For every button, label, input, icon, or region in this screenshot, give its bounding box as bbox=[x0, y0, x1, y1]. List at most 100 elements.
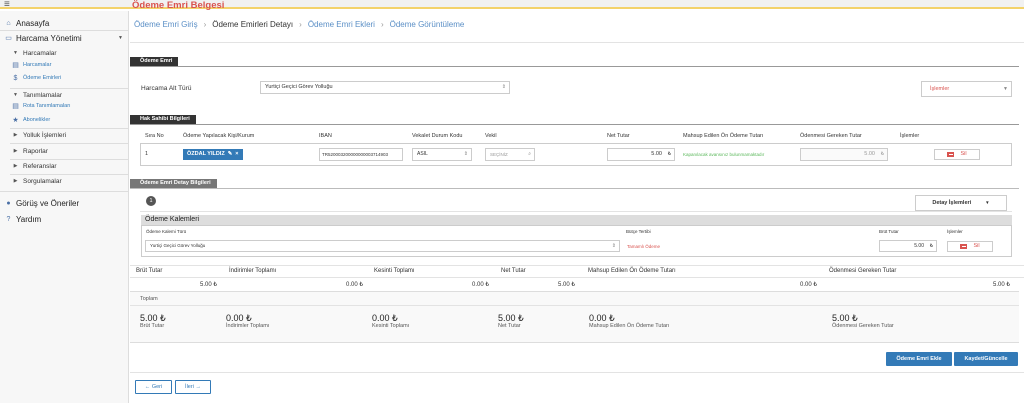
summary-value: 5.00 ₺ bbox=[558, 282, 576, 288]
sidebar-item-harcamalar[interactable]: ▤ Harcamalar bbox=[0, 58, 129, 72]
detay-islemleri-button[interactable]: Detay İşlemleri ▼ bbox=[915, 195, 1007, 211]
sidebar-item-label: Görüş ve Öneriler bbox=[16, 198, 80, 208]
odeme-emri-ekle-button[interactable]: Ödeme Emri Ekle bbox=[886, 352, 952, 366]
sidebar-item-label: Yardım bbox=[16, 214, 42, 224]
minus-icon bbox=[960, 244, 968, 249]
chevron-right-icon: › bbox=[299, 20, 302, 29]
sidebar-item-sorgulamalar[interactable]: ▶ Sorgulamalar bbox=[0, 174, 129, 188]
sidebar-item-anasayfa[interactable]: ⌂ Anasayfa bbox=[0, 16, 129, 30]
ileri-button[interactable]: İleri → bbox=[175, 380, 211, 394]
chevron-updown-icon: ⇕ bbox=[463, 151, 468, 157]
comment-icon: ● bbox=[6, 199, 11, 207]
summary-value: 0.00 ₺ bbox=[346, 282, 364, 288]
chevron-updown-icon: ⇕ bbox=[611, 243, 616, 249]
arrow-right-icon: → bbox=[195, 384, 201, 390]
sidebar-item-yolluk[interactable]: ▶ Yolluk İşlemleri bbox=[0, 128, 129, 142]
sidebar-item-label: Referanslar bbox=[23, 162, 57, 170]
kalem-turu-select[interactable]: Yurtiçi Geçici Görev Yolluğu ⇕ bbox=[145, 240, 620, 252]
sidebar-item-label: Harcamalar bbox=[23, 62, 52, 68]
sidebar-item-gorus[interactable]: ● Görüş ve Öneriler bbox=[0, 196, 129, 210]
total-label: Brüt Tutar bbox=[140, 323, 165, 329]
caret-right-icon: ▶ bbox=[13, 132, 18, 138]
divider bbox=[130, 42, 1024, 43]
caret-down-icon: ▼ bbox=[13, 92, 18, 98]
column-header: Ödenmesi Gereken Tutar bbox=[800, 133, 862, 139]
home-icon: ⌂ bbox=[6, 19, 11, 27]
totals-panel bbox=[130, 291, 1019, 343]
iban-input[interactable]: TR520003200000000003714903 bbox=[319, 148, 403, 161]
column-header: Bütçe Tertibi bbox=[626, 229, 651, 234]
divider bbox=[130, 124, 1019, 125]
total-label: Mahsup Edilen Ön Ödeme Tutarı bbox=[589, 323, 670, 329]
butce-tertibi-link[interactable]: Tamamlı Ödeme bbox=[627, 244, 660, 249]
sidebar-item-abonelikler[interactable]: ★ Abonelikler bbox=[0, 113, 129, 127]
islemler-dropdown[interactable]: İşlemler ▼ bbox=[921, 81, 1012, 97]
star-icon: ★ bbox=[12, 117, 19, 124]
sidebar-item-referanslar[interactable]: ▶ Referanslar bbox=[0, 159, 129, 173]
net-tutar-input[interactable]: 5.00 ₺ bbox=[607, 148, 675, 161]
breadcrumb-item: Ödeme Emirleri Detayı bbox=[212, 20, 294, 29]
divider bbox=[130, 188, 1019, 189]
breadcrumb-item[interactable]: Ödeme Emri Giriş bbox=[134, 20, 198, 29]
summary-header: Kesinti Toplamı bbox=[374, 268, 415, 274]
brut-tutar-input[interactable]: 5.00 ₺ bbox=[879, 240, 937, 252]
divider bbox=[130, 305, 1019, 306]
sidebar-item-rota[interactable]: ▤ Rota Tanımlamaları bbox=[0, 99, 129, 113]
vekil-select[interactable]: SEÇİNİZ ⌕ bbox=[485, 148, 535, 161]
sidebar-item-raporlar[interactable]: ▶ Raporlar bbox=[0, 144, 129, 158]
vekalet-select[interactable]: ASIL ⇕ bbox=[412, 148, 472, 161]
minus-icon bbox=[947, 152, 955, 157]
mahsup-note: Kapanılacak avansınız bulunmamaktadır bbox=[683, 152, 765, 157]
page-title: Ödeme Emri Belgesi bbox=[132, 0, 225, 11]
total-label: İndirimler Toplamı bbox=[226, 323, 270, 329]
column-header: IBAN bbox=[319, 133, 332, 139]
main-content: Ödeme Emri Belgesi Ödeme Emri Giriş › Öd… bbox=[130, 0, 1024, 403]
caret-right-icon: ▶ bbox=[13, 163, 18, 169]
divider bbox=[130, 265, 1024, 266]
caret-down-icon: ▼ bbox=[985, 200, 990, 205]
caret-down-icon: ▼ bbox=[1003, 86, 1008, 92]
total-label: Ödenmesi Gereken Tutar bbox=[832, 323, 894, 329]
sira-no: 1 bbox=[145, 151, 149, 157]
column-header: Net Tutar bbox=[607, 133, 630, 139]
kalem-sil-button[interactable]: Sil bbox=[947, 241, 993, 252]
sidebar-item-harcama-yonetimi[interactable]: ▭ Harcama Yönetimi ▼ bbox=[0, 31, 129, 45]
summary-header: Ödenmesi Gereken Tutar bbox=[829, 268, 897, 274]
breadcrumb: Ödeme Emri Giriş › Ödeme Emirleri Detayı… bbox=[134, 20, 464, 29]
kisi-tag[interactable]: ÖZDAL YILDIZ ✎ × bbox=[183, 149, 243, 160]
divider bbox=[130, 372, 1024, 373]
summary-header: Brüt Tutar bbox=[136, 268, 163, 274]
summary-header: İndirimler Toplamı bbox=[229, 268, 277, 274]
harcama-alt-turu-select[interactable]: Yurtiçi Geçici Görev Yolluğu ⇕ bbox=[260, 81, 510, 94]
sidebar-item-label: Ödeme Emirleri bbox=[23, 75, 62, 81]
breadcrumb-item[interactable]: Ödeme Görüntüleme bbox=[390, 20, 465, 29]
detail-number-badge: 1 bbox=[146, 196, 156, 206]
sidebar-item-yardim[interactable]: ? Yardım bbox=[0, 212, 129, 226]
geri-button[interactable]: ← Geri bbox=[135, 380, 172, 394]
currency-icon: ₺ bbox=[929, 243, 933, 249]
kaydet-guncelle-button[interactable]: Kaydet/Güncelle bbox=[954, 352, 1018, 366]
question-icon: ? bbox=[6, 215, 11, 223]
divider bbox=[140, 211, 1012, 212]
sidebar-item-label: Yolluk İşlemleri bbox=[23, 131, 67, 139]
column-header: Ödeme Kalemi Türü bbox=[146, 229, 187, 234]
column-header: Mahsup Edilen Ön Ödeme Tutarı bbox=[683, 133, 764, 139]
divider bbox=[130, 277, 1024, 278]
close-icon[interactable]: × bbox=[235, 149, 238, 160]
breadcrumb-item[interactable]: Ödeme Emri Ekleri bbox=[308, 20, 375, 29]
menu-icon[interactable]: ≡ bbox=[4, 0, 10, 10]
wallet-icon: ▭ bbox=[5, 35, 12, 42]
column-header: Vekil bbox=[485, 133, 497, 139]
sil-button[interactable]: Sil bbox=[934, 149, 980, 160]
sidebar-item-odeme-emirleri[interactable]: $ Ödeme Emirleri bbox=[0, 71, 129, 85]
summary-header: Net Tutar bbox=[501, 268, 526, 274]
total-label: Net Tutar bbox=[498, 323, 521, 329]
chevron-updown-icon: ⇕ bbox=[501, 84, 506, 90]
caret-right-icon: ▶ bbox=[13, 148, 18, 154]
divider bbox=[130, 66, 1019, 67]
divider bbox=[0, 191, 129, 192]
edit-icon[interactable]: ✎ bbox=[228, 149, 233, 160]
sidebar-item-label: Harcama Yönetimi bbox=[16, 33, 82, 43]
currency-icon: ₺ bbox=[667, 151, 671, 157]
odeme-kalemleri-title: Ödeme Kalemleri bbox=[141, 215, 1012, 225]
